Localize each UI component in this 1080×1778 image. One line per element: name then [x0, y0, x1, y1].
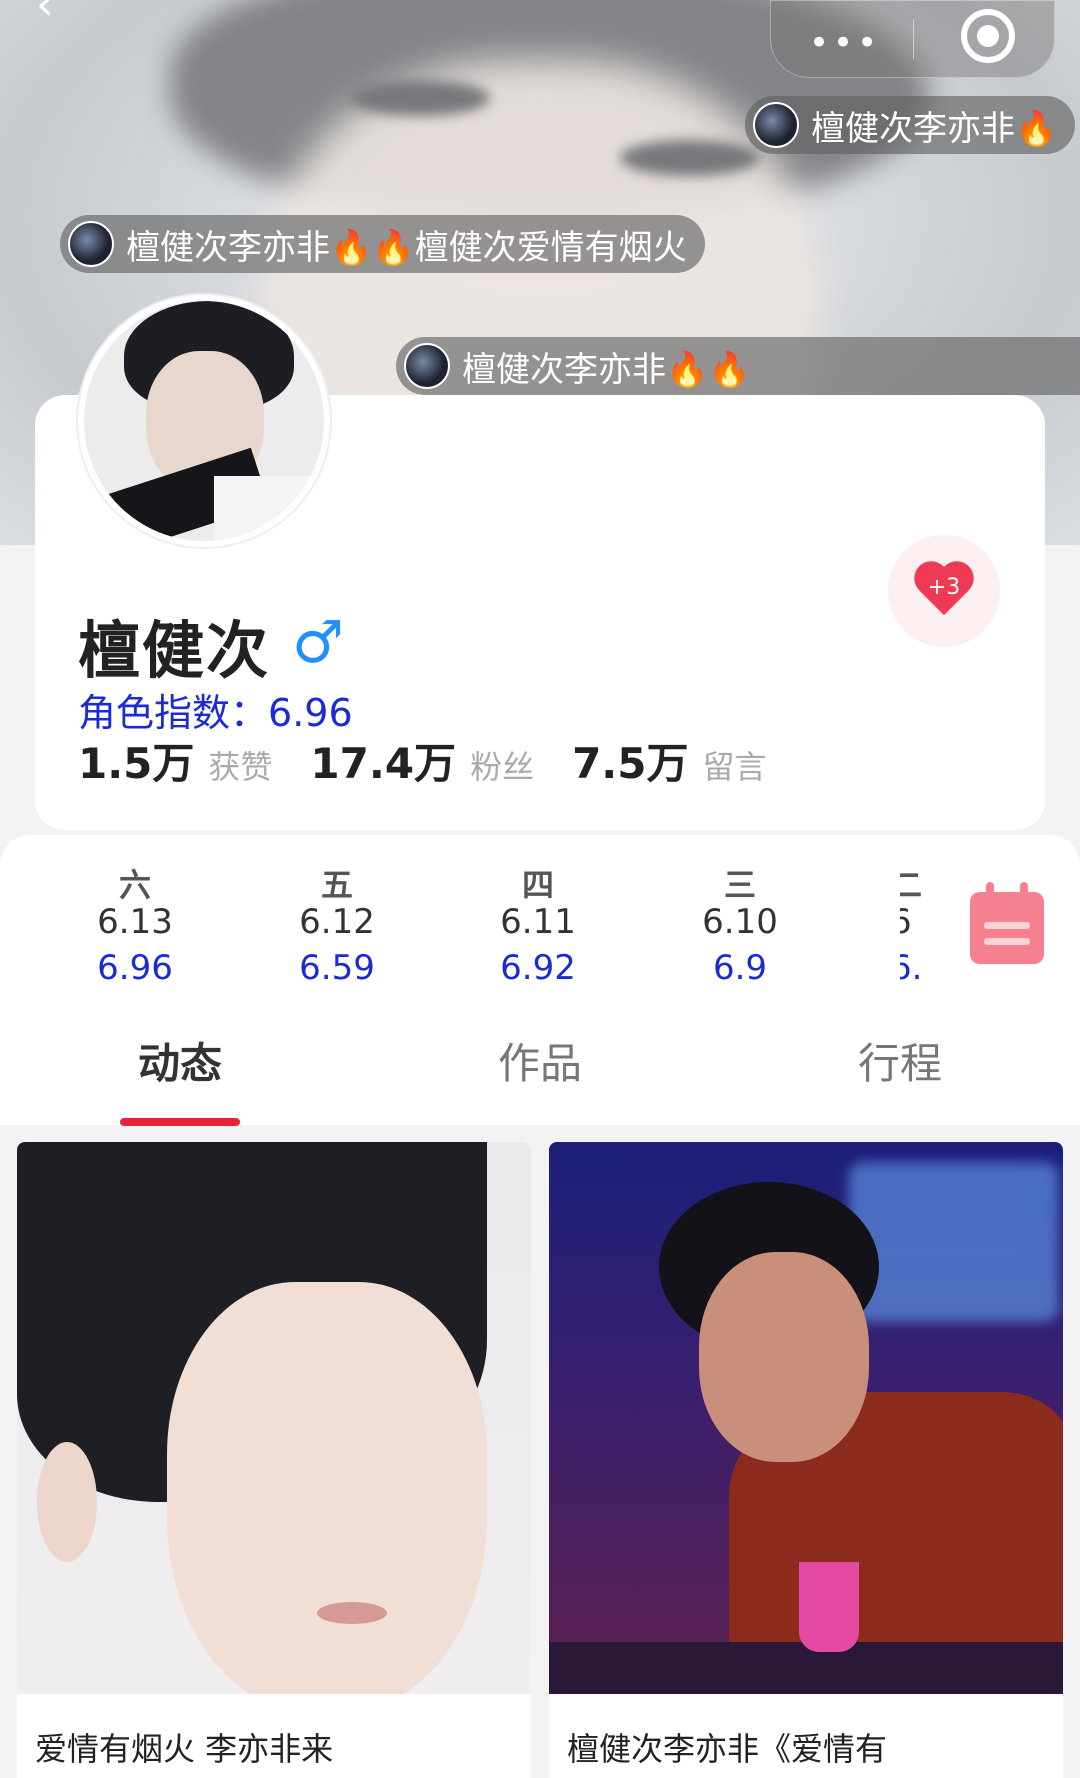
fans-count: 17.4万	[310, 739, 457, 788]
mini-program-capsule: •••	[770, 0, 1055, 78]
active-tab-indicator	[120, 1118, 240, 1126]
profile-name: 檀健次	[78, 614, 271, 687]
danmaku-text: 檀健次李亦非🔥🔥檀健次爱情有烟火	[126, 227, 687, 268]
date: 6.10	[702, 902, 778, 942]
likes-label: 获赞	[208, 748, 273, 786]
tab-bar: 动态 作品 行程	[0, 1030, 1080, 1125]
avatar[interactable]	[78, 295, 330, 547]
score: 6.59	[299, 948, 375, 988]
weekday: 六	[118, 866, 151, 904]
daily-index-item[interactable]: 三 6.10 6.9	[670, 860, 810, 988]
danmaku-avatar	[68, 221, 114, 267]
feed-title: 爱情有烟火 李亦非来	[35, 1730, 334, 1768]
comments-label: 留言	[702, 748, 767, 786]
male-gender-icon: ♂	[292, 608, 344, 676]
more-dots-icon[interactable]: •••	[809, 23, 881, 63]
feed-title: 檀健次李亦非《爱情有	[567, 1730, 888, 1768]
date: 6	[900, 902, 912, 942]
feed-photo	[549, 1142, 1063, 1694]
weekday: 五	[320, 866, 353, 904]
tab-schedule[interactable]: 行程	[800, 1030, 1000, 1091]
heart-badge: +3	[927, 575, 961, 600]
score: 6.	[900, 948, 923, 988]
daily-index-item[interactable]: 二 6 6.	[900, 860, 936, 988]
daily-index-item[interactable]: 五 6.12 6.59	[267, 860, 407, 988]
danmaku-bubble: 檀健次李亦非🔥	[745, 96, 1076, 154]
danmaku-bubble: 檀健次李亦非🔥🔥	[396, 337, 1080, 395]
daily-index-item[interactable]: 六 6.13 6.96	[65, 860, 205, 988]
feed-card[interactable]: 檀健次李亦非《爱情有	[549, 1142, 1063, 1778]
role-index-label: 角色指数：	[78, 691, 269, 735]
score: 6.92	[500, 948, 576, 988]
back-arrow-icon[interactable]: ‹	[36, 0, 76, 30]
calendar-icon[interactable]	[970, 882, 1044, 964]
danmaku-text: 檀健次李亦非🔥	[811, 108, 1058, 149]
weekday: 三	[723, 866, 756, 904]
date: 6.12	[299, 902, 375, 942]
daily-index-clip: 二 6 6.	[900, 860, 936, 1010]
role-index-value: 6.96	[268, 691, 353, 735]
role-index: 角色指数：6.96	[78, 682, 353, 737]
weekday: 四	[521, 866, 554, 904]
score: 6.96	[97, 948, 173, 988]
profile-page: ‹ ••• 檀健次李亦非🔥 檀健次李亦非🔥🔥檀健次爱情有烟火 檀健次李亦非🔥🔥 …	[0, 0, 1080, 1778]
tab-works[interactable]: 作品	[440, 1030, 640, 1091]
fans-label: 粉丝	[470, 748, 535, 786]
danmaku-avatar	[404, 343, 450, 389]
score: 6.9	[712, 948, 768, 988]
like-heart-button[interactable]: +3	[888, 535, 1000, 647]
likes-count: 1.5万	[78, 739, 195, 788]
date: 6.11	[500, 902, 576, 942]
target-circle-icon[interactable]	[961, 9, 1015, 63]
feed-photo	[17, 1142, 531, 1694]
daily-index-item[interactable]: 四 6.11 6.92	[468, 860, 608, 988]
heart-icon: +3	[913, 563, 975, 619]
danmaku-text: 檀健次李亦非🔥🔥	[462, 349, 751, 390]
danmaku-avatar	[753, 102, 799, 148]
tab-dynamics[interactable]: 动态	[80, 1030, 280, 1091]
comments-count: 7.5万	[572, 739, 689, 788]
profile-stats: 1.5万 获赞 17.4万 粉丝 7.5万 留言	[78, 730, 805, 791]
feed-card[interactable]: 爱情有烟火 李亦非来	[17, 1142, 531, 1778]
date: 6.13	[97, 902, 173, 942]
weekday: 二	[900, 866, 923, 904]
danmaku-bubble: 檀健次李亦非🔥🔥檀健次爱情有烟火	[60, 215, 705, 273]
capsule-divider	[913, 19, 914, 59]
